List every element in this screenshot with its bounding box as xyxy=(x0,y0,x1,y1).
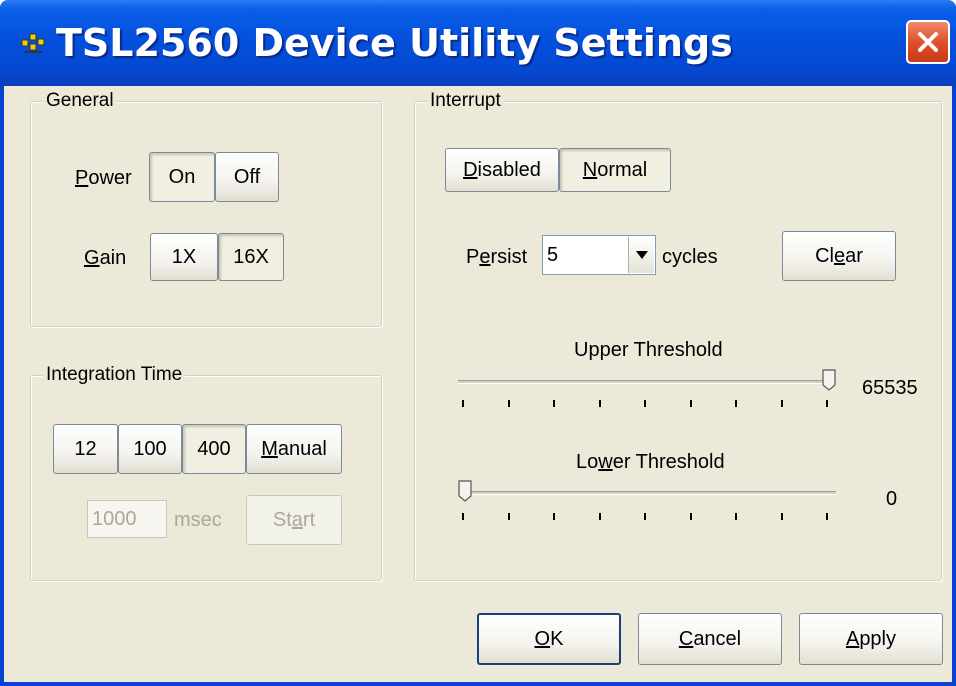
gain-16x-button[interactable]: 16X xyxy=(218,233,284,281)
slider-tick xyxy=(644,400,646,407)
clear-button[interactable]: Cl e ar xyxy=(782,231,896,281)
integration-100-button[interactable]: 100 xyxy=(118,424,182,474)
close-button[interactable] xyxy=(906,20,950,64)
slider-tick xyxy=(781,513,783,520)
title-bar[interactable]: TSL2560 Device Utility Settings xyxy=(0,0,956,86)
interrupt-disabled-button[interactable]: Disabled xyxy=(445,148,559,192)
integration-manual-button[interactable]: Manual xyxy=(246,424,342,474)
window-title: TSL2560 Device Utility Settings xyxy=(56,21,733,65)
integration-time-group-title: Integration Time xyxy=(43,364,186,386)
persist-dropdown-arrow[interactable] xyxy=(628,237,654,273)
slider-tick xyxy=(553,513,555,520)
slider-tick xyxy=(599,513,601,520)
power-label: Power xyxy=(75,167,132,189)
lower-threshold-track xyxy=(458,491,836,495)
ok-button[interactable]: OK xyxy=(477,613,621,665)
slider-tick xyxy=(462,400,464,407)
chevron-down-icon xyxy=(635,251,648,259)
manual-msec-input[interactable]: 1000 xyxy=(87,500,167,538)
slider-tick xyxy=(735,400,737,407)
upper-threshold-value: 65535 xyxy=(862,377,918,399)
integration-400-button[interactable]: 400 xyxy=(182,424,246,474)
slider-tick xyxy=(826,400,828,407)
slider-tick xyxy=(508,513,510,520)
persist-select[interactable]: 5 xyxy=(542,235,656,275)
dialog-client-area: General Power On Off Gain 1X 16X Integra… xyxy=(4,86,952,682)
apply-button[interactable]: Apply xyxy=(799,613,943,665)
power-on-button[interactable]: On xyxy=(149,152,215,202)
power-off-button[interactable]: Off xyxy=(215,152,279,202)
dialog-window: TSL2560 Device Utility Settings General … xyxy=(0,0,956,686)
integration-12-button[interactable]: 12 xyxy=(53,424,118,474)
upper-threshold-track xyxy=(458,380,836,384)
upper-threshold-label: Upper Threshold xyxy=(574,339,723,361)
lower-threshold-slider[interactable] xyxy=(458,480,472,502)
slider-tick xyxy=(553,400,555,407)
lower-threshold-label: Lower Threshold xyxy=(576,451,725,473)
lower-threshold-value: 0 xyxy=(886,488,898,510)
interrupt-group-title: Interrupt xyxy=(427,90,504,112)
general-group-title: General xyxy=(43,90,117,112)
interrupt-normal-button[interactable]: Normal xyxy=(559,148,671,192)
persist-value: 5 xyxy=(547,243,559,266)
close-icon xyxy=(918,32,938,52)
cancel-button[interactable]: Cancel xyxy=(638,613,782,665)
slider-tick xyxy=(735,513,737,520)
msec-label: msec xyxy=(174,509,222,531)
persist-label: Persist xyxy=(466,246,528,268)
slider-tick xyxy=(690,400,692,407)
app-icon xyxy=(21,33,45,53)
slider-tick xyxy=(690,513,692,520)
cycles-label: cycles xyxy=(662,246,718,268)
start-button[interactable]: St a rt xyxy=(246,495,342,545)
integration-time-group: Integration Time xyxy=(30,364,382,581)
slider-tick xyxy=(781,400,783,407)
upper-threshold-slider[interactable] xyxy=(822,369,836,391)
slider-tick xyxy=(508,400,510,407)
slider-tick xyxy=(462,513,464,520)
gain-1x-button[interactable]: 1X xyxy=(150,233,218,281)
general-group: General xyxy=(30,90,382,327)
gain-label: Gain xyxy=(84,247,127,269)
slider-tick xyxy=(599,400,601,407)
slider-tick xyxy=(826,513,828,520)
slider-tick xyxy=(644,513,646,520)
